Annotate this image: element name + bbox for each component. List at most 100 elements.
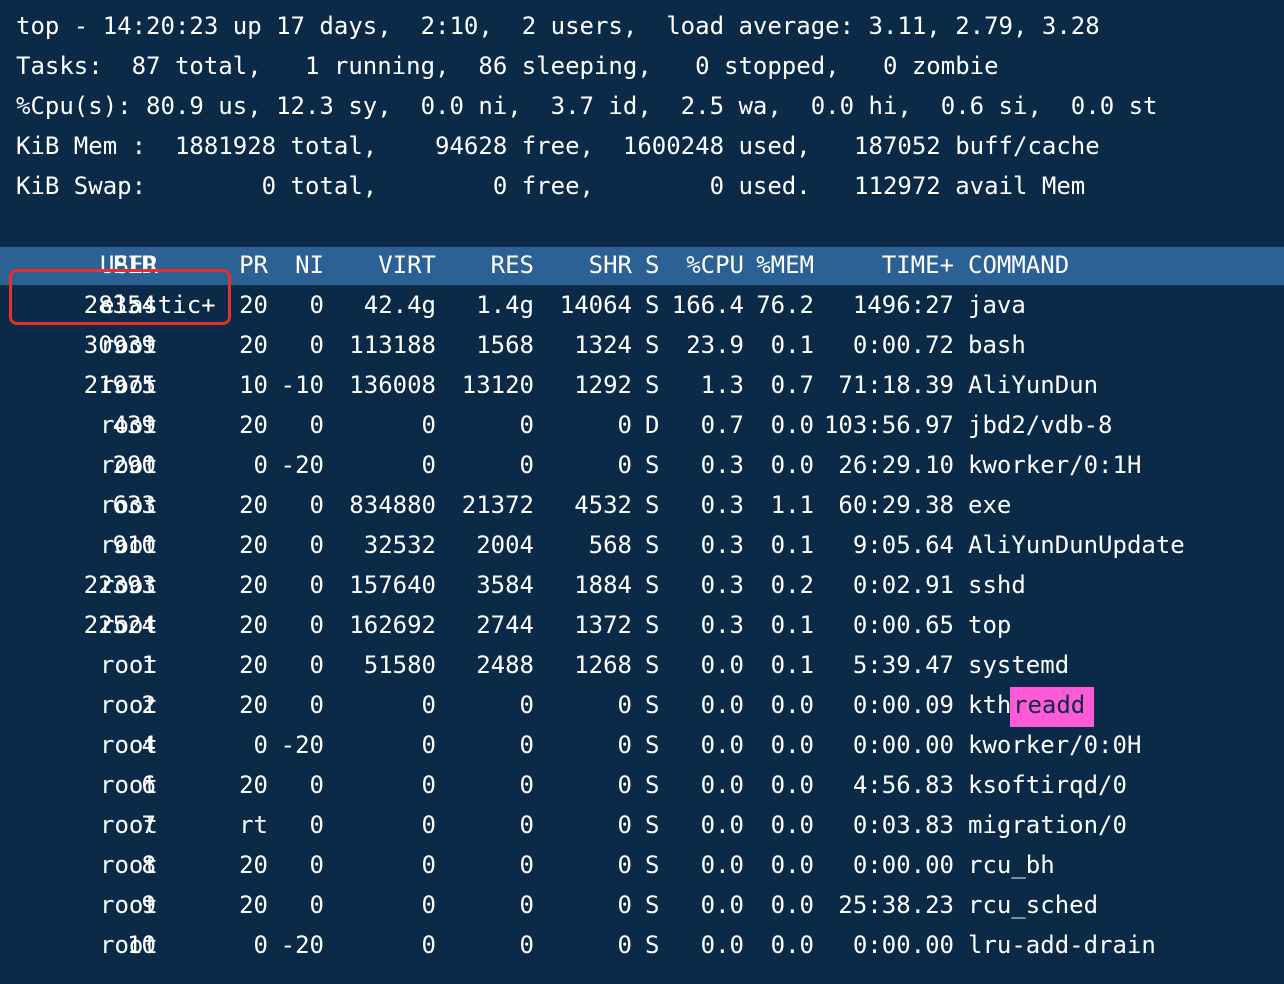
user-cell: root — [100, 891, 158, 919]
mem-line: KiB Mem : 1881928 total, 94628 free, 160… — [16, 132, 1100, 160]
res-cell: 0 — [519, 411, 534, 439]
command-cell: sshd — [968, 571, 1026, 599]
cpu-cell: 0.3 — [700, 451, 744, 479]
virt-cell: 42.4g — [363, 291, 436, 319]
mem-cell: 0.1 — [770, 651, 814, 679]
header-mem: %MEM — [756, 251, 814, 279]
nice-cell: 0 — [309, 531, 324, 559]
priority-cell: 20 — [239, 691, 268, 719]
header-cpu: %CPU — [686, 251, 744, 279]
shr-cell: 1292 — [574, 371, 632, 399]
terminal-window: top - 14:20:23 up 17 days, 2:10, 2 users… — [0, 0, 1284, 984]
cpu-cell: 0.0 — [700, 651, 744, 679]
user-cell: root — [100, 331, 158, 359]
state-cell: S — [645, 771, 660, 799]
command-cell: AliYunDun — [968, 371, 1099, 399]
user-cell: root — [100, 451, 158, 479]
virt-cell: 32532 — [363, 531, 436, 559]
state-cell: S — [645, 931, 660, 959]
shr-cell: 1372 — [574, 611, 632, 639]
priority-cell: 20 — [239, 491, 268, 519]
virt-cell: 0 — [421, 931, 436, 959]
command-cell: bash — [968, 331, 1026, 359]
state-cell: S — [645, 691, 660, 719]
res-cell: 1568 — [476, 331, 534, 359]
priority-cell: 10 — [239, 371, 268, 399]
res-cell: 0 — [519, 931, 534, 959]
header-ni: NI — [295, 251, 324, 279]
cpu-cell: 0.3 — [700, 571, 744, 599]
state-cell: S — [645, 371, 660, 399]
time-cell: 71:18.39 — [838, 371, 954, 399]
state-cell: S — [645, 491, 660, 519]
time-cell: 0:00.00 — [852, 851, 954, 879]
mem-cell: 0.0 — [770, 691, 814, 719]
user-cell: root — [100, 811, 158, 839]
time-cell: 60:29.38 — [838, 491, 954, 519]
mem-cell: 0.2 — [770, 571, 814, 599]
time-cell: 0:03.83 — [852, 811, 954, 839]
nice-cell: 0 — [309, 851, 324, 879]
process-row: 910 root 20 0 32532 2004 568 S 0.3 0.1 9:05.64 AliY… — [0, 525, 1284, 565]
nice-cell: 0 — [309, 691, 324, 719]
time-cell: 0:00.09 — [852, 691, 954, 719]
virt-cell: 0 — [421, 771, 436, 799]
process-row: 8 root 20 0 0 0 0 S 0.0 0.0 0:00.00 rcu_bh — [0, 845, 1284, 885]
user-cell: root — [100, 491, 158, 519]
process-row: 4 root 0 -20 0 0 0 S 0.0 0.0 0:00.00 kworker/0:0H — [0, 725, 1284, 765]
state-cell: S — [645, 851, 660, 879]
mem-cell: 0.7 — [770, 371, 814, 399]
virt-cell: 157640 — [349, 571, 436, 599]
process-row: 22524 root 20 0 162692 2744 1372 S 0.3 0.1 0:00.65… — [0, 605, 1284, 645]
virt-cell: 51580 — [363, 651, 436, 679]
cpu-cell: 1.3 — [700, 371, 744, 399]
command-cell: kworker/0:0H — [968, 731, 1142, 759]
header-virt: VIRT — [378, 251, 436, 279]
res-cell: 13120 — [461, 371, 534, 399]
process-row: 7 root rt 0 0 0 0 S 0.0 0.0 0:03.83 migration/0 — [0, 805, 1284, 845]
shr-cell: 0 — [617, 411, 632, 439]
virt-cell: 0 — [421, 811, 436, 839]
shr-cell: 0 — [617, 931, 632, 959]
process-row: 30939 root 20 0 113188 1568 1324 S 23.9 0.1 0:00.7… — [0, 325, 1284, 365]
command-cell: migration/0 — [968, 811, 1127, 839]
priority-cell: 0 — [253, 451, 268, 479]
time-cell: 103:56.97 — [823, 411, 954, 439]
priority-cell: 20 — [239, 651, 268, 679]
cpu-cell: 0.3 — [700, 611, 744, 639]
priority-cell: 20 — [239, 411, 268, 439]
cpu-cell: 0.0 — [700, 931, 744, 959]
mem-cell: 76.2 — [756, 291, 814, 319]
virt-cell: 136008 — [349, 371, 436, 399]
header-time: TIME+ — [881, 251, 954, 279]
res-cell: 2004 — [476, 531, 534, 559]
user-cell: root — [100, 411, 158, 439]
mem-cell: 0.0 — [770, 891, 814, 919]
state-cell: S — [645, 651, 660, 679]
mem-cell: 0.1 — [770, 331, 814, 359]
state-cell: S — [645, 731, 660, 759]
res-cell: 0 — [519, 811, 534, 839]
mem-cell: 0.0 — [770, 451, 814, 479]
nice-cell: 0 — [309, 771, 324, 799]
process-row: 6 root 20 0 0 0 0 S 0.0 0.0 4:56.83 ksoftirqd/0 — [0, 765, 1284, 805]
shr-cell: 0 — [617, 851, 632, 879]
virt-cell: 113188 — [349, 331, 436, 359]
priority-cell: 20 — [239, 531, 268, 559]
res-cell: 3584 — [476, 571, 534, 599]
state-cell: S — [645, 811, 660, 839]
mem-cell: 0.0 — [770, 731, 814, 759]
priority-cell: rt — [239, 811, 268, 839]
priority-cell: 20 — [239, 571, 268, 599]
nice-cell: 0 — [309, 891, 324, 919]
res-cell: 1.4g — [476, 291, 534, 319]
nice-cell: 0 — [309, 331, 324, 359]
command-cell: systemd — [968, 651, 1070, 679]
cpu-cell: 0.0 — [700, 691, 744, 719]
header-pr: PR — [239, 251, 268, 279]
virt-cell: 0 — [421, 731, 436, 759]
process-row: 10 root 0 -20 0 0 0 S 0.0 0.0 0:00.00 lru-add-drain — [0, 925, 1284, 965]
nice-cell: 0 — [309, 811, 324, 839]
header-state: S — [645, 251, 660, 279]
priority-cell: 20 — [239, 331, 268, 359]
